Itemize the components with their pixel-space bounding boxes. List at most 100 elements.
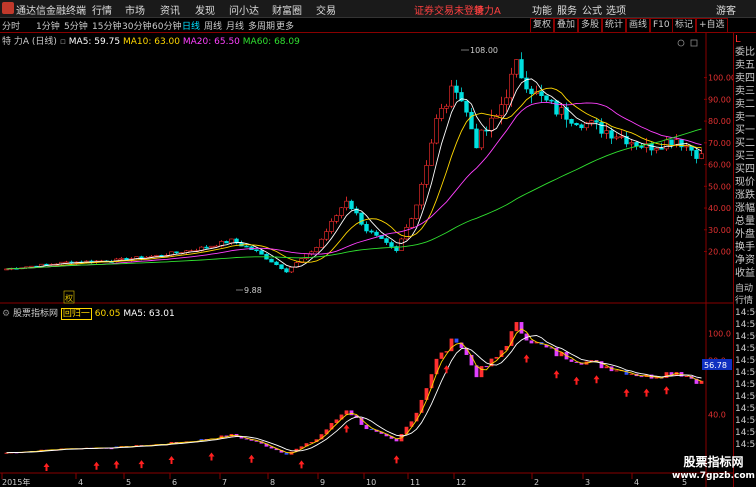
buy-arrow xyxy=(593,375,600,384)
date-label: 9 xyxy=(320,478,325,487)
period-toolbar: 分时 1分钟 5分钟 15分钟 30分钟 60分钟 日线 周线 月线 多周期 更… xyxy=(0,18,756,33)
candle-body xyxy=(324,231,329,240)
candle-body xyxy=(634,142,639,147)
candle-body xyxy=(619,136,624,138)
sidebar-item: 卖一 xyxy=(735,112,755,123)
kline-chart[interactable]: 100.00 90.00 80.00 70.00 60.00 50.00 40.00 30.0… xyxy=(0,33,733,487)
candle-body xyxy=(419,184,424,206)
main-chart-title: 特 力A (日线) xyxy=(2,37,57,47)
sub-bar xyxy=(684,376,689,378)
menu-gongshi[interactable]: 公式 xyxy=(582,2,602,17)
price-axis-label: 50.00 xyxy=(708,182,731,191)
price-axis-label: 60.00 xyxy=(708,161,731,170)
sidebar-item: 卖四 xyxy=(735,73,755,84)
ma60-legend: MA60: 68.09 xyxy=(242,37,300,47)
sidebar-item: 总量 xyxy=(735,216,755,227)
candle-body xyxy=(504,97,509,106)
menu-wenxiaoda[interactable]: 问小达 xyxy=(229,2,259,17)
candle-body xyxy=(629,142,634,145)
overlay-button[interactable]: 叠加 xyxy=(554,18,579,33)
candle-body xyxy=(574,123,579,126)
gear-icon[interactable]: ⚙ xyxy=(2,309,10,319)
tab-15min[interactable]: 15分钟 xyxy=(92,19,121,32)
current-value-label: 56.78 xyxy=(704,361,727,370)
sidebar-item: 委比 xyxy=(735,47,755,58)
tab-multi-period[interactable]: 多周期 xyxy=(248,19,275,32)
indicator-name[interactable]: 回归一 xyxy=(60,308,92,320)
add-favorite-button[interactable]: +自选 xyxy=(696,18,728,33)
sidebar-item: 净资 xyxy=(735,255,755,266)
sidebar-tick-time: 14:50 xyxy=(735,308,756,318)
menu-xuanxiang[interactable]: 选项 xyxy=(606,2,626,17)
sidebar-item: 卖三 xyxy=(735,86,755,97)
sub-bar xyxy=(614,370,619,372)
sub-bar xyxy=(509,331,514,346)
candle-body xyxy=(499,104,504,116)
candle-body xyxy=(259,250,264,255)
candle-body xyxy=(409,218,414,228)
fuquan-button[interactable]: 复权 xyxy=(530,18,555,33)
multi-stock-button[interactable]: 多股 xyxy=(578,18,603,33)
menu-fuwu[interactable]: 服务 xyxy=(557,2,577,17)
menu-shichang[interactable]: 市场 xyxy=(125,2,145,17)
chart-corner-controls[interactable] xyxy=(677,39,698,47)
date-label: 2015年 xyxy=(2,477,30,487)
sidebar-item: 买三 xyxy=(735,151,755,162)
candle-body xyxy=(699,153,704,159)
buy-arrow xyxy=(553,370,560,379)
main-legend: 特 力A (日线) ▫ MA5: 59.75 MA10: 63.00 MA20:… xyxy=(2,37,300,47)
tab-60min[interactable]: 60分钟 xyxy=(152,19,181,32)
candle-body xyxy=(474,128,479,149)
price-axis-label: 40.00 xyxy=(708,204,731,213)
candle-body xyxy=(559,107,564,115)
sub-legend: ⚙ 股票指标网 回归一 60.05 MA5: 63.01 xyxy=(2,306,175,320)
candle-body xyxy=(519,59,524,79)
buy-arrow xyxy=(523,354,530,363)
sidebar-tick-time: 14:50 xyxy=(735,356,756,366)
candle-body xyxy=(289,266,294,273)
sub-bar xyxy=(349,410,354,416)
tab-30min[interactable]: 30分钟 xyxy=(122,19,151,32)
tab-more[interactable]: 更多 xyxy=(276,19,294,32)
date-label: 10 xyxy=(366,478,376,487)
candle-body xyxy=(279,264,284,270)
candle-body xyxy=(659,148,664,150)
tab-5min[interactable]: 5分钟 xyxy=(64,19,88,32)
buy-arrow xyxy=(208,452,215,461)
menu-faxian[interactable]: 发现 xyxy=(195,2,215,17)
sub-ma5-legend: MA5: 63.01 xyxy=(123,309,175,319)
tab-weekly[interactable]: 周线 xyxy=(204,19,222,32)
ma-line xyxy=(6,101,702,270)
candle-body xyxy=(349,200,354,210)
menu-caifuquan[interactable]: 财富圈 xyxy=(272,2,302,17)
low-price-label: 9.88 xyxy=(244,286,262,295)
menu-jiaoyi[interactable]: 交易 xyxy=(316,2,336,17)
f10-button[interactable]: F10 xyxy=(650,18,673,33)
sub-line xyxy=(6,335,702,454)
tab-1min[interactable]: 1分钟 xyxy=(36,19,60,32)
sub-bar xyxy=(699,380,704,384)
menu-gongneng[interactable]: 功能 xyxy=(532,2,552,17)
candle-body xyxy=(589,120,594,124)
tab-daily[interactable]: 日线 xyxy=(182,19,200,32)
menu-hangqing[interactable]: 行情 xyxy=(92,2,112,17)
candle-body xyxy=(604,130,609,134)
sub-bar xyxy=(369,429,374,431)
candle-body xyxy=(209,245,214,248)
stats-button[interactable]: 统计 xyxy=(602,18,627,33)
date-label: 12 xyxy=(456,478,466,487)
sidebar-tick-time: 14:50 xyxy=(735,368,756,378)
high-price-label: 108.00 xyxy=(470,46,498,55)
menu-zixun[interactable]: 资讯 xyxy=(160,2,180,17)
candle-body xyxy=(204,246,209,249)
sidebar-item: 买二 xyxy=(735,138,755,149)
tab-fenshi[interactable]: 分时 xyxy=(2,19,20,32)
user-label[interactable]: 游客 xyxy=(716,2,736,17)
price-axis-label: 70.00 xyxy=(708,139,731,148)
sidebar-tick-time: 14:50 xyxy=(735,344,756,354)
candle-body xyxy=(599,121,604,134)
tab-monthly[interactable]: 月线 xyxy=(226,19,244,32)
mark-button[interactable]: 标记 xyxy=(672,18,697,33)
sub-indicator-lines xyxy=(6,328,702,454)
draw-button[interactable]: 画线 xyxy=(626,18,651,33)
